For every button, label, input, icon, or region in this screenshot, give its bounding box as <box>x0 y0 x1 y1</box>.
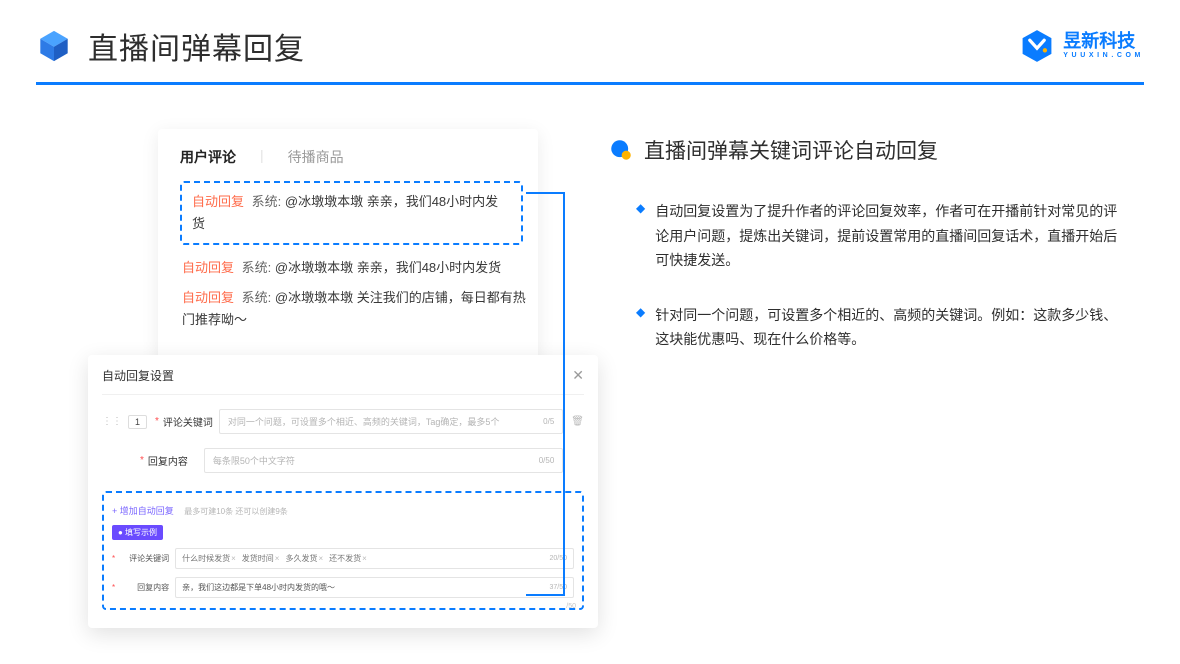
cube-icon <box>36 28 72 64</box>
reply-line-3: 自动回复 系统: @冰墩墩本墩 关注我们的店铺，每日都有热门推荐呦～ <box>180 287 537 331</box>
left-column: 用户评论 | 待播商品 自动回复 系统: @冰墩墩本墩 亲亲，我们48小时内发货… <box>48 129 568 382</box>
keyword-chip: 什么时候发货× <box>182 553 236 564</box>
page-title: 直播间弹幕回复 <box>88 24 305 68</box>
reply-message: @冰墩墩本墩 亲亲，我们48小时内发货 <box>275 260 501 275</box>
content-placeholder: 每条限50个中文字符 <box>213 454 295 467</box>
right-title: 直播间弹幕关键词评论自动回复 <box>644 135 938 165</box>
logo-hex-icon <box>1019 28 1055 64</box>
comment-card: 用户评论 | 待播商品 自动回复 系统: @冰墩墩本墩 亲亲，我们48小时内发货… <box>158 129 538 365</box>
example-content-input[interactable]: 亲，我们这边都是下单48小时内发货的哦～ 37/50 <box>175 577 574 598</box>
close-icon[interactable]: ✕ <box>572 367 584 384</box>
chip-list: 什么时候发货× 发货时间× 多久发货× 还不发货× <box>182 553 373 564</box>
content-label: 回复内容 <box>148 453 204 468</box>
diamond-icon: ◆ <box>636 303 645 352</box>
example-content-value: 亲，我们这边都是下单48小时内发货的哦～ <box>182 582 335 593</box>
keyword-chip: 多久发货× <box>285 553 323 564</box>
header-left: 直播间弹幕回复 <box>36 24 305 68</box>
add-row: + 增加自动回复 最多可建10条 还可以创建9条 <box>112 501 574 519</box>
example-kw-count: 20/50 <box>549 555 567 562</box>
required-mark: * <box>155 416 159 427</box>
keyword-chip: 发货时间× <box>242 553 280 564</box>
main-content: 用户评论 | 待播商品 自动回复 系统: @冰墩墩本墩 亲亲，我们48小时内发货… <box>0 85 1180 382</box>
example-box: + 增加自动回复 最多可建10条 还可以创建9条 ● 填写示例 * 评论关键词 … <box>102 491 584 610</box>
tab-divider: | <box>260 147 264 167</box>
comment-tabs: 用户评论 | 待播商品 <box>180 147 537 167</box>
bullet-item-1: ◆ 自动回复设置为了提升作者的评论回复效率，作者可在开播前针对常见的评论用户问题… <box>608 199 1128 273</box>
logo-en: YUUXIN.COM <box>1063 52 1144 60</box>
page-header: 直播间弹幕回复 昱新科技 YUUXIN.COM <box>0 0 1180 68</box>
auto-reply-tag: 自动回复 <box>192 194 244 209</box>
keyword-count: 0/5 <box>543 417 554 426</box>
system-label: 系统: <box>242 260 272 275</box>
modal-title: 自动回复设置 <box>102 367 174 384</box>
rule-number: 1 <box>128 415 147 429</box>
keyword-input[interactable]: 对同一个问题，可设置多个相近、高频的关键词，Tag确定，最多5个 0/5 <box>219 409 563 434</box>
example-kw-label: 评论关键词 <box>119 553 175 564</box>
system-label: 系统: <box>242 290 272 305</box>
example-keyword-row: * 评论关键词 什么时候发货× 发货时间× 多久发货× 还不发货× 20/50 <box>112 548 574 569</box>
keyword-label: 评论关键词 <box>163 414 219 429</box>
add-note: 最多可建10条 还可以创建9条 <box>184 507 288 516</box>
logo-text: 昱新科技 YUUXIN.COM <box>1063 32 1144 59</box>
keyword-row: ⋮⋮ 1 * 评论关键词 对同一个问题，可设置多个相近、高频的关键词，Tag确定… <box>102 409 584 434</box>
bullet-text-1: 自动回复设置为了提升作者的评论回复效率，作者可在开播前针对常见的评论用户问题，提… <box>655 199 1128 273</box>
required-mark: * <box>140 455 144 466</box>
logo-cn: 昱新科技 <box>1063 32 1144 52</box>
right-heading: 直播间弹幕关键词评论自动回复 <box>608 135 1160 165</box>
auto-reply-settings-modal: 自动回复设置 ✕ ⋮⋮ 1 * 评论关键词 对同一个问题，可设置多个相近、高频的… <box>88 355 598 628</box>
example-kw-input[interactable]: 什么时候发货× 发货时间× 多久发货× 还不发货× 20/50 <box>175 548 574 569</box>
required-mark: * <box>112 583 115 592</box>
content-input[interactable]: 每条限50个中文字符 0/50 <box>204 448 563 473</box>
required-mark: * <box>112 554 115 563</box>
reply-line-2: 自动回复 系统: @冰墩墩本墩 亲亲，我们48小时内发货 <box>180 257 537 279</box>
bullet-icon <box>608 137 634 163</box>
auto-reply-tag: 自动回复 <box>182 260 234 275</box>
auto-reply-tag: 自动回复 <box>182 290 234 305</box>
example-content-count: 37/50 <box>549 584 567 591</box>
bullet-text-2: 针对同一个问题，可设置多个相近的、高频的关键词。例如：这款多少钱、这块能优惠吗、… <box>655 303 1128 352</box>
add-auto-reply-link[interactable]: + 增加自动回复 <box>112 506 174 516</box>
tab-user-comments[interactable]: 用户评论 <box>180 147 236 167</box>
content-count: 0/50 <box>539 456 555 465</box>
example-content-row: * 回复内容 亲，我们这边都是下单48小时内发货的哦～ 37/50 <box>112 577 574 598</box>
system-label: 系统: <box>252 194 282 209</box>
delete-icon[interactable]: 🗑 <box>571 416 584 427</box>
tab-pending-goods[interactable]: 待播商品 <box>288 147 344 167</box>
content-row: * 回复内容 每条限50个中文字符 0/50 🗑 <box>102 448 584 473</box>
bullet-item-2: ◆ 针对同一个问题，可设置多个相近的、高频的关键词。例如：这款多少钱、这块能优惠… <box>608 303 1128 352</box>
diamond-icon: ◆ <box>636 199 645 273</box>
keyword-chip: 还不发货× <box>329 553 367 564</box>
modal-header: 自动回复设置 ✕ <box>102 367 584 395</box>
highlighted-reply: 自动回复 系统: @冰墩墩本墩 亲亲，我们48小时内发货 <box>180 181 523 245</box>
right-column: 直播间弹幕关键词评论自动回复 ◆ 自动回复设置为了提升作者的评论回复效率，作者可… <box>608 129 1160 382</box>
brand-logo: 昱新科技 YUUXIN.COM <box>1019 28 1144 64</box>
drag-handle-icon[interactable]: ⋮⋮ <box>102 416 122 427</box>
example-tag: ● 填写示例 <box>112 525 163 540</box>
example-content-label: 回复内容 <box>119 582 175 593</box>
stray-count: /50 <box>566 603 576 610</box>
keyword-placeholder: 对同一个问题，可设置多个相近、高频的关键词，Tag确定，最多5个 <box>228 415 500 428</box>
